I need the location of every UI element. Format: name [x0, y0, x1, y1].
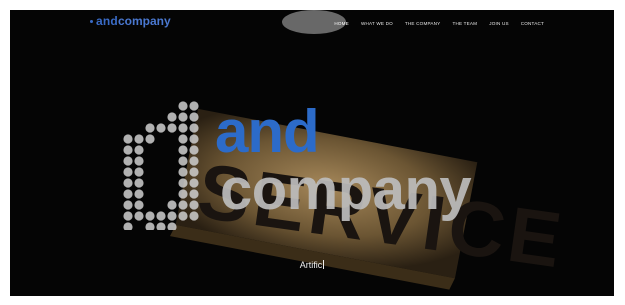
logo-dot — [134, 189, 144, 199]
nav-the-company[interactable]: THE COMPANY — [405, 21, 441, 26]
brand-company: company — [117, 14, 171, 28]
logo-dot — [178, 145, 188, 155]
page-frame: SERVICE and company Artific and company … — [10, 10, 614, 296]
logo-dot — [167, 211, 177, 221]
logo-dot-mark — [123, 101, 199, 230]
logo-dot — [123, 189, 133, 199]
logo-dot — [123, 211, 133, 221]
logo-dot — [189, 112, 199, 122]
hero-typing-caption: Artific — [10, 260, 614, 270]
logo-dot — [189, 167, 199, 177]
logo-dot — [134, 178, 144, 188]
hero-logo-company: company — [220, 157, 472, 222]
logo-dot — [123, 145, 133, 155]
nav-the-team[interactable]: THE TEAM — [452, 21, 477, 26]
nav-join-us[interactable]: JOIN US — [489, 21, 509, 26]
logo-dot — [189, 123, 199, 133]
logo-dot — [178, 189, 188, 199]
logo-dot — [178, 112, 188, 122]
logo-dot — [134, 167, 144, 177]
logo-dot — [145, 211, 155, 221]
hero-logo-and: and — [215, 98, 320, 165]
logo-dot — [189, 178, 199, 188]
logo-dot — [156, 222, 166, 230]
logo-dot — [123, 222, 133, 230]
logo-dot — [134, 145, 144, 155]
logo-dot — [156, 211, 166, 221]
nav-what-we-do[interactable]: WHAT WE DO — [361, 21, 393, 26]
logo-dot — [189, 101, 199, 111]
logo-dot — [178, 156, 188, 166]
logo-dot — [189, 156, 199, 166]
logo-dot — [123, 167, 133, 177]
logo-dot — [123, 134, 133, 144]
logo-dot — [123, 156, 133, 166]
logo-dot — [178, 167, 188, 177]
logo-dot — [189, 134, 199, 144]
logo-dot — [134, 134, 144, 144]
typing-caret — [323, 260, 325, 269]
logo-dot — [145, 123, 155, 133]
logo-dot — [178, 123, 188, 133]
logo-dot — [189, 189, 199, 199]
logo-dot — [167, 222, 177, 230]
logo-dot — [178, 178, 188, 188]
logo-dot — [189, 211, 199, 221]
logo-dot — [123, 178, 133, 188]
logo-dot — [178, 134, 188, 144]
logo-dot — [156, 123, 166, 133]
logo-dot — [189, 145, 199, 155]
logo-dot — [167, 112, 177, 122]
caption-text: Artific — [299, 260, 323, 270]
nav-home[interactable]: HOME — [334, 21, 349, 26]
logo-dot — [145, 222, 155, 230]
nav-contact[interactable]: CONTACT — [521, 21, 544, 26]
logo-dot — [167, 123, 177, 133]
main-nav: HOME WHAT WE DO THE COMPANY THE TEAM JOI… — [334, 21, 544, 26]
brand-dot-icon — [90, 19, 93, 23]
logo-dot — [189, 200, 199, 210]
logo-dot — [167, 200, 177, 210]
brand-logo-link[interactable]: and company — [90, 14, 171, 28]
logo-dot — [178, 101, 188, 111]
logo-dot — [134, 156, 144, 166]
logo-dot — [178, 211, 188, 221]
logo-dot — [178, 200, 188, 210]
logo-dot — [145, 134, 155, 144]
logo-dot — [134, 211, 144, 221]
logo-dot — [123, 200, 133, 210]
logo-dot — [134, 200, 144, 210]
brand-and: and — [96, 14, 118, 28]
